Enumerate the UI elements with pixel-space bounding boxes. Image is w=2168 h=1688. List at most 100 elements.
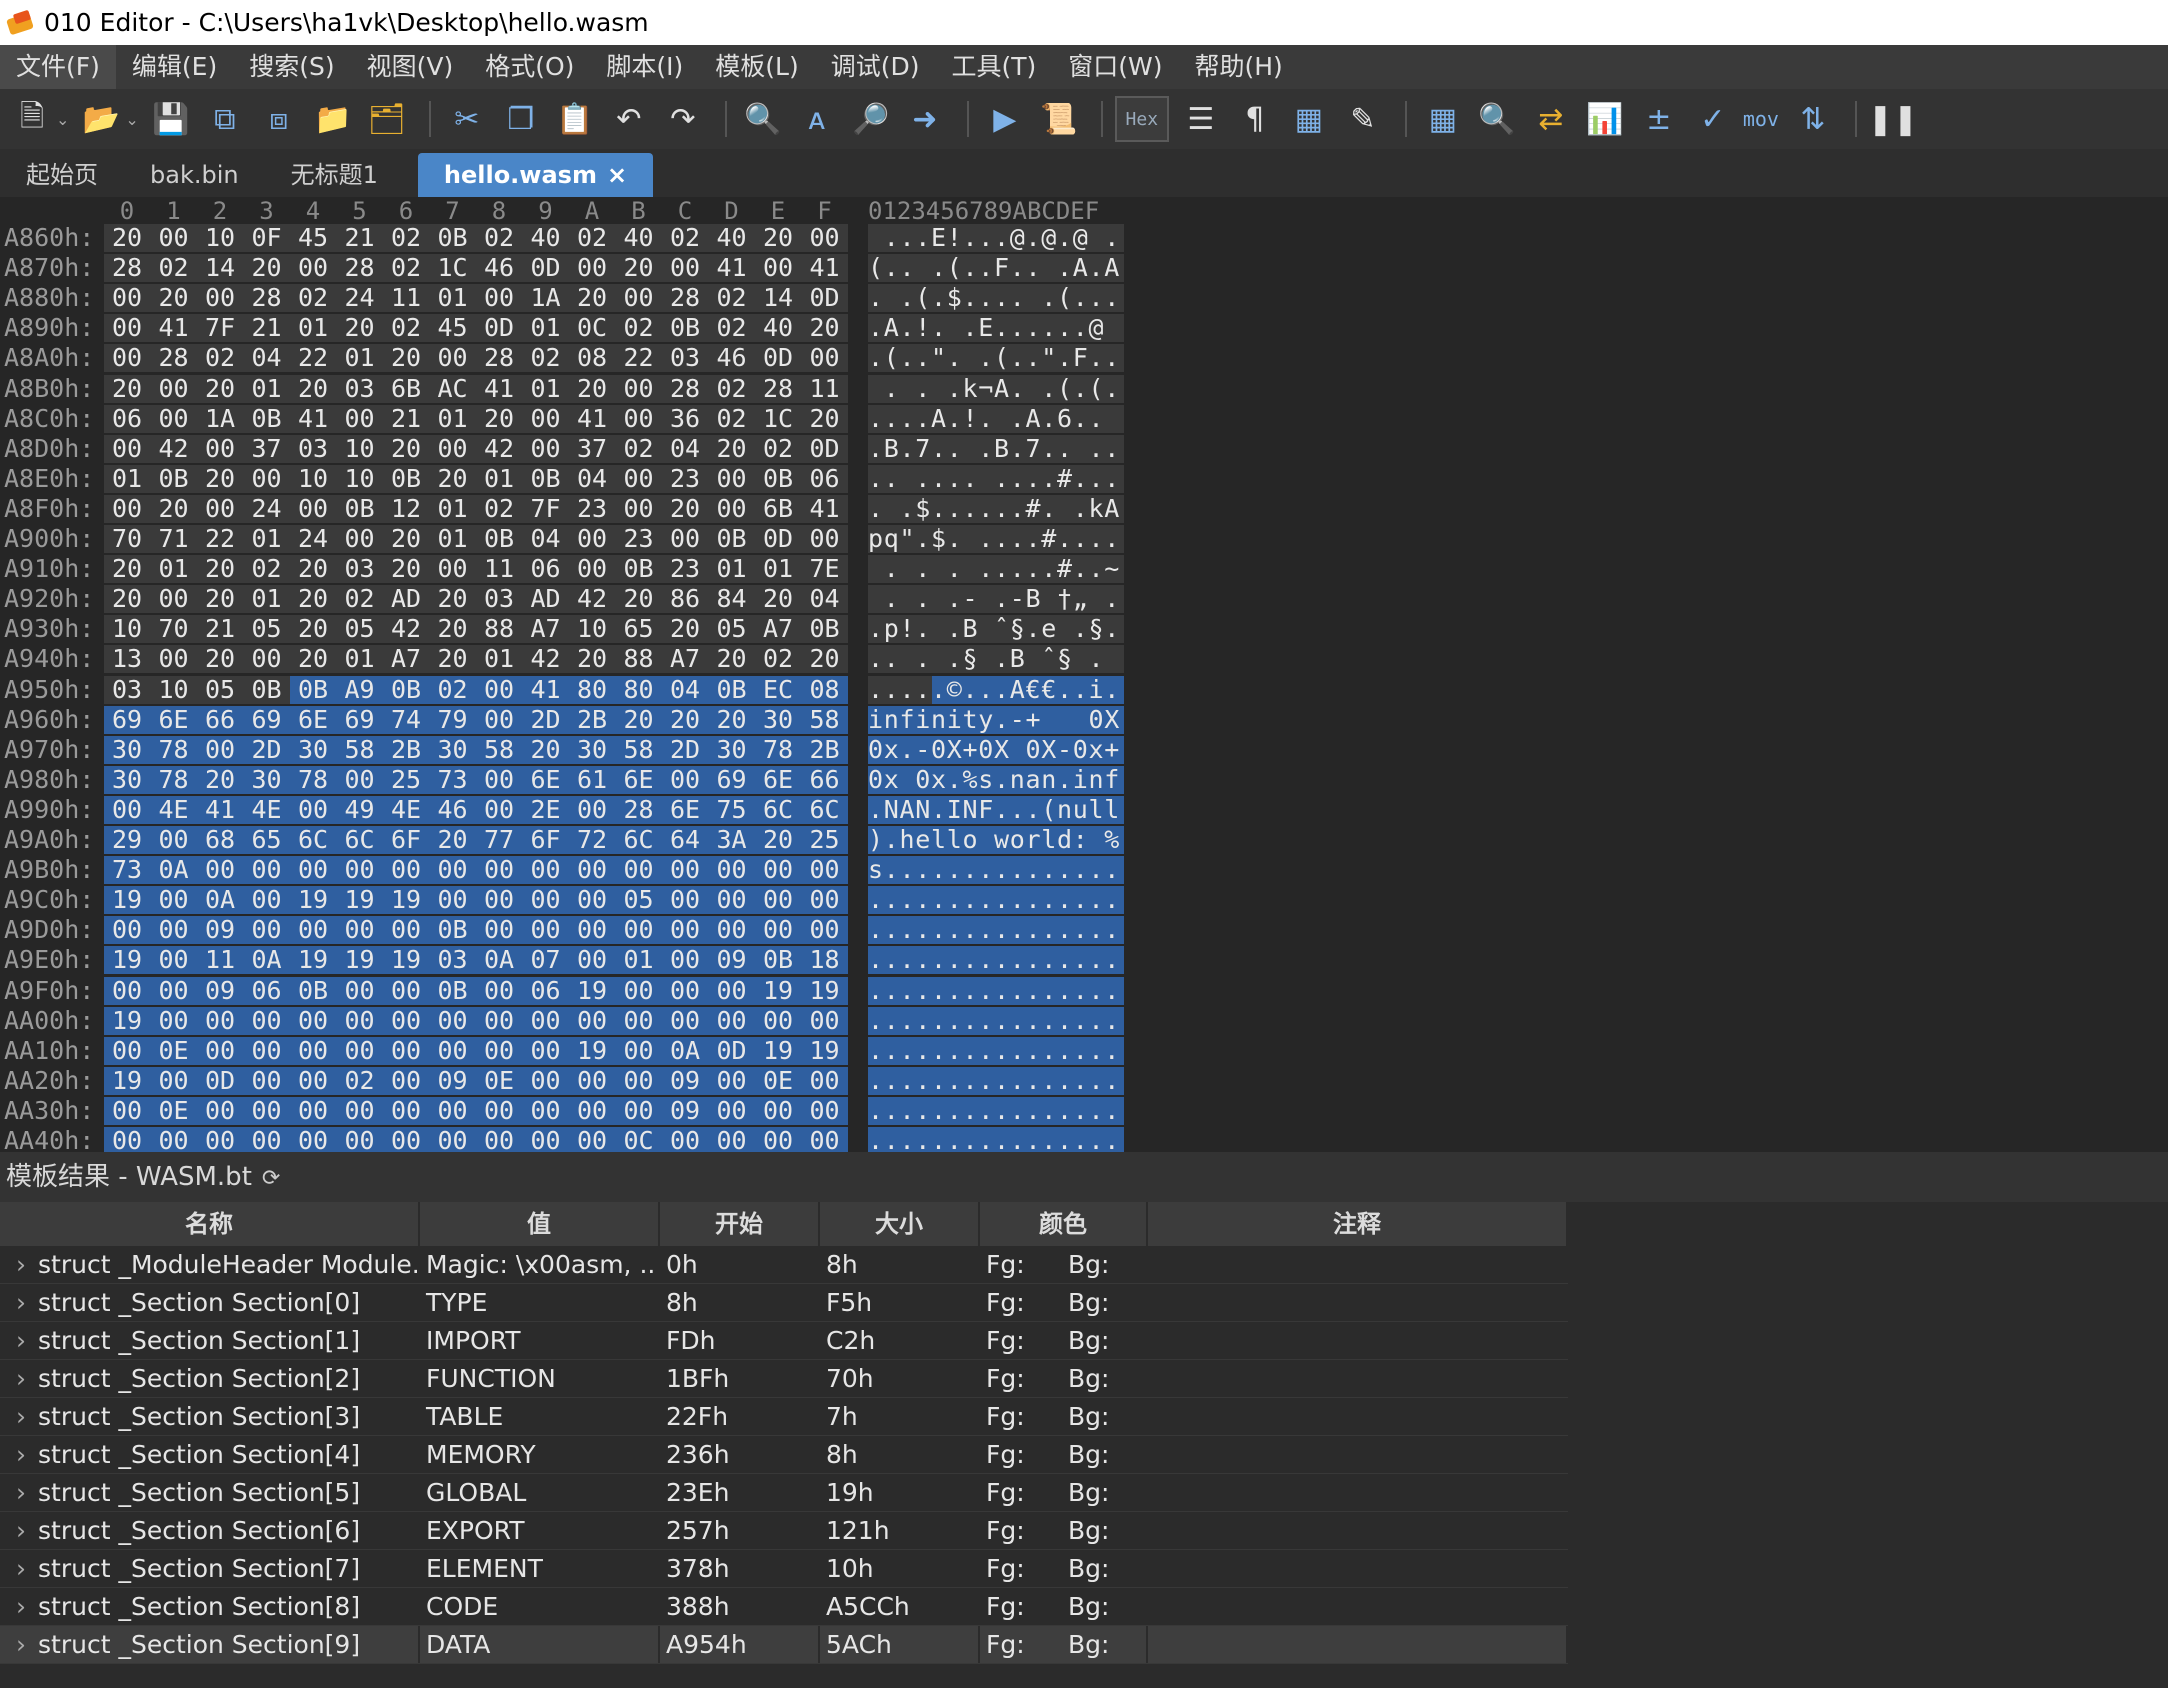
hex-byte[interactable]: 4E — [383, 795, 429, 825]
hex-byte[interactable]: AC — [430, 374, 476, 404]
hex-byte[interactable]: 79 — [430, 705, 476, 735]
hex-byte[interactable]: 20 — [151, 494, 197, 524]
operations-icon[interactable]: ± — [1635, 95, 1683, 143]
hex-byte[interactable]: 30 — [709, 735, 755, 765]
checksum-icon[interactable]: ✓ — [1689, 95, 1737, 143]
hex-byte[interactable]: 09 — [662, 1066, 708, 1096]
hex-byte[interactable]: 00 — [802, 1096, 848, 1126]
hex-byte[interactable]: 0B — [383, 675, 429, 705]
hex-byte[interactable]: 00 — [662, 524, 708, 554]
hex-byte[interactable]: 02 — [662, 223, 708, 253]
show-whitespace-icon[interactable]: ¶ — [1231, 95, 1279, 143]
hex-byte[interactable]: 00 — [430, 1006, 476, 1036]
cell-color[interactable]: Fg: Bg: — [980, 1322, 1148, 1359]
hex-byte[interactable]: 41 — [802, 253, 848, 283]
hex-byte[interactable]: 65 — [244, 825, 290, 855]
hex-byte[interactable]: 00 — [709, 1126, 755, 1152]
table-row[interactable]: › struct _Section Section[9] DATA A954h 5ACh… — [0, 1626, 1568, 1664]
hex-byte[interactable]: 00 — [151, 1006, 197, 1036]
hex-byte[interactable]: 22 — [290, 343, 336, 373]
hex-byte[interactable]: 3A — [709, 825, 755, 855]
hex-byte[interactable]: 00 — [662, 253, 708, 283]
hex-byte[interactable]: 69 — [244, 705, 290, 735]
hex-byte[interactable]: 00 — [244, 644, 290, 674]
hex-byte[interactable]: 28 — [104, 253, 150, 283]
hex-byte[interactable]: 80 — [569, 675, 615, 705]
hex-byte[interactable]: 00 — [104, 494, 150, 524]
hex-byte[interactable]: 00 — [104, 915, 150, 945]
hex-row-ascii[interactable]: pq".$. ....#.... — [868, 524, 1120, 554]
hex-byte[interactable]: 09 — [709, 945, 755, 975]
hex-byte[interactable]: 04 — [662, 675, 708, 705]
hex-byte[interactable]: 00 — [662, 1006, 708, 1036]
hex-byte[interactable]: 00 — [290, 915, 336, 945]
hex-byte[interactable]: 00 — [151, 374, 197, 404]
hex-byte[interactable]: 00 — [709, 915, 755, 945]
hex-byte[interactable]: 00 — [709, 1006, 755, 1036]
hex-byte[interactable]: 00 — [151, 915, 197, 945]
expand-chevron-icon[interactable]: › — [6, 1516, 38, 1545]
hex-byte[interactable]: 40 — [616, 223, 662, 253]
hex-byte[interactable]: 00 — [383, 1096, 429, 1126]
hex-byte[interactable]: 00 — [197, 1126, 243, 1152]
hex-byte[interactable]: 00 — [151, 976, 197, 1006]
hex-byte[interactable]: 01 — [104, 464, 150, 494]
hex-byte[interactable]: 00 — [104, 1036, 150, 1066]
menu-tools[interactable]: 工具(T) — [935, 45, 1052, 89]
hex-byte[interactable]: 00 — [290, 1096, 336, 1126]
hex-byte[interactable]: 10 — [337, 464, 383, 494]
hex-byte[interactable]: 2E — [523, 795, 569, 825]
hex-byte[interactable]: 00 — [290, 795, 336, 825]
hex-byte[interactable]: 6E — [755, 765, 801, 795]
hex-byte[interactable]: 25 — [383, 765, 429, 795]
hex-byte[interactable]: 09 — [662, 1096, 708, 1126]
table-row[interactable]: › struct _Section Section[0] TYPE 8h F5h Fg: B… — [0, 1284, 1568, 1322]
hex-byte[interactable]: 14 — [197, 253, 243, 283]
hex-byte[interactable]: 28 — [616, 795, 662, 825]
pause-icon[interactable]: ❚❚ — [1868, 95, 1918, 143]
hex-byte[interactable]: 6C — [290, 825, 336, 855]
hex-byte[interactable]: 28 — [662, 283, 708, 313]
hex-byte[interactable]: 09 — [430, 1066, 476, 1096]
hex-byte[interactable]: 00 — [802, 223, 848, 253]
hex-byte[interactable]: 00 — [802, 524, 848, 554]
hex-byte[interactable]: 00 — [755, 1096, 801, 1126]
hex-byte[interactable]: 00 — [476, 855, 522, 885]
hex-row-ascii[interactable]: .A.!. .E......@ — [868, 313, 1120, 343]
hex-byte[interactable]: 02 — [290, 283, 336, 313]
hex-byte[interactable]: 41 — [523, 675, 569, 705]
hex-byte[interactable]: 00 — [476, 1126, 522, 1152]
hex-byte[interactable]: A7 — [523, 614, 569, 644]
menu-view[interactable]: 视图(V) — [351, 45, 470, 89]
hex-byte[interactable]: 02 — [569, 223, 615, 253]
hex-row-ascii[interactable]: . . . .....#..~ — [868, 554, 1120, 584]
hex-byte[interactable]: 00 — [337, 524, 383, 554]
hex-byte[interactable]: 20 — [802, 644, 848, 674]
hex-byte[interactable]: 00 — [802, 885, 848, 915]
hex-byte[interactable]: 40 — [709, 223, 755, 253]
expand-chevron-icon[interactable]: › — [6, 1440, 38, 1469]
hex-byte[interactable]: 11 — [197, 945, 243, 975]
hex-row-ascii[interactable]: ................ — [868, 1096, 1120, 1126]
hex-byte[interactable]: 00 — [290, 855, 336, 885]
hex-byte[interactable]: 00 — [476, 915, 522, 945]
hex-byte[interactable]: 19 — [569, 976, 615, 1006]
hex-byte[interactable]: 6B — [755, 494, 801, 524]
save-all-icon[interactable]: ⧈ — [255, 95, 303, 143]
hex-row-ascii[interactable]: . .(.$.... .(... — [868, 283, 1120, 313]
hex-byte[interactable]: 6C — [337, 825, 383, 855]
hex-byte[interactable]: 01 — [337, 343, 383, 373]
hex-byte[interactable]: 00 — [616, 464, 662, 494]
hex-byte[interactable]: 0B — [523, 464, 569, 494]
hex-byte[interactable]: 05 — [616, 885, 662, 915]
tab-bak-bin[interactable]: bak.bin — [124, 153, 265, 197]
hex-byte[interactable]: 6C — [755, 795, 801, 825]
hex-byte[interactable]: 0A — [151, 855, 197, 885]
hex-byte[interactable]: 00 — [476, 976, 522, 1006]
hex-byte[interactable]: 19 — [337, 885, 383, 915]
hex-byte[interactable]: 00 — [709, 885, 755, 915]
hex-editor[interactable]: 0123456789ABCDEF 0123456789ABCDEF A860h:… — [0, 197, 2168, 1152]
hex-byte[interactable]: 23 — [569, 494, 615, 524]
hex-byte[interactable]: 00 — [151, 1066, 197, 1096]
hex-byte[interactable]: 00 — [337, 404, 383, 434]
